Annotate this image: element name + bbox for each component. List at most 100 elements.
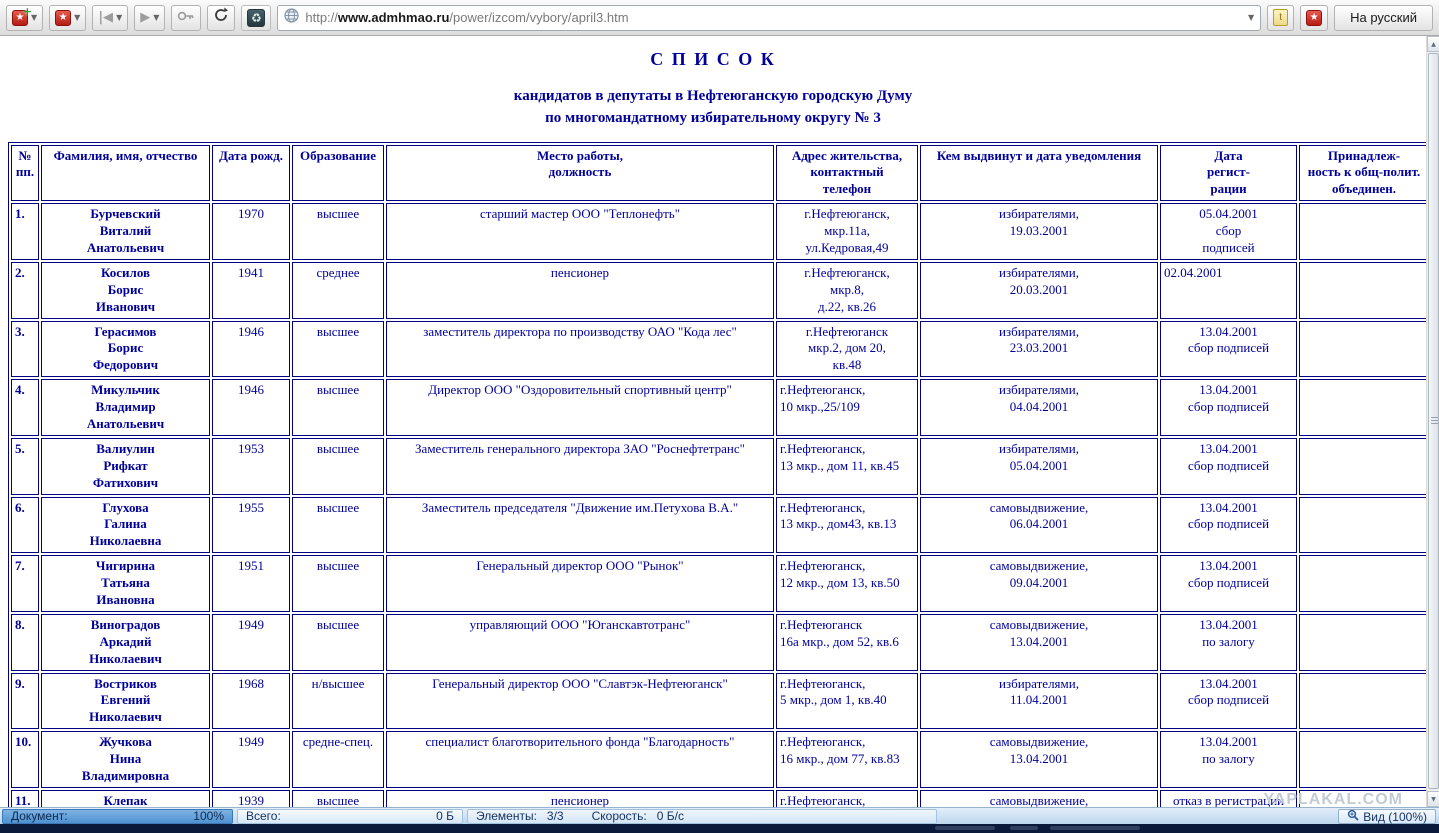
cell-addr: г.Нефтеюганск, 5 мкр., дом 1, кв.40 <box>776 672 918 730</box>
elements-label: Элементы: <box>476 809 537 823</box>
magnifier-icon <box>1347 809 1359 824</box>
bookmark-star-button[interactable]: ★ <box>1300 4 1329 31</box>
cell-party <box>1299 261 1426 319</box>
column-header: Дата регист- рации <box>1160 144 1297 202</box>
cell-edu: высшее <box>292 613 384 671</box>
column-header: Место работы, должность <box>386 144 774 202</box>
trash-panel-button[interactable]: ♻ <box>241 4 272 31</box>
table-row: 2. Косилов Борис Иванович 1941 среднее пенси… <box>11 261 1426 319</box>
status-elements: Элементы: 3/3 <box>476 809 564 823</box>
cell-nominated: избирателями, 23.03.2001 <box>920 320 1158 378</box>
cell-party <box>1299 731 1426 788</box>
url-dropdown-icon[interactable]: ▼ <box>1248 13 1254 22</box>
cell-edu: высшее <box>292 379 384 436</box>
cell-addr: г.Нефтеюганск мкр.2, дом 20, кв.48 <box>776 320 918 378</box>
cell-born: 1970 <box>212 203 290 260</box>
reload-button[interactable] <box>207 4 236 31</box>
table-row: 3. Герасимов Борис Федорович 1946 высшее зам… <box>11 320 1426 378</box>
cell-reg: 13.04.2001 сбор подписей <box>1160 437 1297 495</box>
cell-name: Клепак Степан Николаевич <box>41 789 210 807</box>
page-content: С П И С О К кандидатов в депутаты в Нефт… <box>0 36 1426 807</box>
cell-edu: высшее <box>292 555 384 612</box>
table-row: 5. Валиулин Рифкат Фатихович 1953 высшее Зам… <box>11 437 1426 495</box>
bookmark-button[interactable]: ★ ▼ <box>49 4 87 31</box>
bookmark-add-button[interactable]: ★ + ▼ <box>6 4 44 31</box>
vertical-scrollbar[interactable]: ▲ ▼ <box>1426 36 1439 807</box>
column-header: Образование <box>292 144 384 202</box>
sidebar-note-button[interactable]: t <box>1267 4 1295 31</box>
cell-edu: высшее <box>292 320 384 378</box>
cell-num: 6. <box>11 496 39 554</box>
cell-addr: г.Нефтеюганск, 13 мкр., дом43, кв.13 <box>776 496 918 554</box>
cell-job: Заместитель председателя "Движение им.Пе… <box>386 496 774 554</box>
zoom-view-button[interactable]: Вид (100%) <box>1338 809 1436 824</box>
cell-party <box>1299 672 1426 730</box>
cell-addr: г.Нефтеюганск 16а мкр., дом 52, кв.6 <box>776 613 918 671</box>
globe-icon <box>284 7 299 28</box>
cell-party <box>1299 613 1426 671</box>
table-row: 7. Чигирина Татьяна Ивановна 1951 высшее Ген… <box>11 555 1426 612</box>
cell-born: 1955 <box>212 496 290 554</box>
address-bar[interactable]: http://www.admhmao.ru/power/izcom/vybory… <box>277 4 1262 31</box>
status-elements-speed-segment: Элементы: 3/3 Скорость: 0 Б/с <box>467 808 937 824</box>
cell-born: 1946 <box>212 320 290 378</box>
scroll-down-button[interactable]: ▼ <box>1427 791 1439 807</box>
cell-addr: г.Нефтеюганск, 10 мкр.,25/109 <box>776 379 918 436</box>
red-star-icon: ★ <box>55 9 72 26</box>
reload-icon <box>213 7 229 28</box>
cell-nominated: самовыдвижение, 09.04.2001 <box>920 555 1158 612</box>
cell-num: 9. <box>11 672 39 730</box>
view-label: Вид (100%) <box>1363 809 1427 824</box>
page-title: С П И С О К <box>650 49 776 69</box>
translate-button[interactable]: На русский <box>1334 4 1433 31</box>
cell-num: 8. <box>11 613 39 671</box>
cell-job: Директор ООО "Оздоровительный спортивный… <box>386 379 774 436</box>
cell-nominated: избирателями, 05.04.2001 <box>920 437 1158 495</box>
table-body: 1. Бурчевский Виталий Анатольевич 1970 высш… <box>11 203 1426 807</box>
scroll-up-button[interactable]: ▲ <box>1427 36 1439 52</box>
cell-reg: 13.04.2001 сбор подписей <box>1160 379 1297 436</box>
cell-born: 1941 <box>212 261 290 319</box>
key-icon <box>177 9 195 27</box>
document-value: 100% <box>193 809 224 823</box>
cell-reg: 13.04.2001 по залогу <box>1160 731 1297 788</box>
cell-job: Генеральный директор ООО "Рынок" <box>386 555 774 612</box>
cell-job: старший мастер ООО "Теплонефть" <box>386 203 774 260</box>
cell-edu: высшее <box>292 203 384 260</box>
forward-button[interactable]: ▶ ▼ <box>134 4 166 31</box>
cell-num: 1. <box>11 203 39 260</box>
column-header: Кем выдвинут и дата уведомления <box>920 144 1158 202</box>
status-total-segment: Всего: 0 Б <box>237 808 463 824</box>
page-subtitle: кандидатов в депутаты в Нефтеюганскую го… <box>0 86 1426 130</box>
cell-nominated: самовыдвижение, 11.04.2001 <box>920 789 1158 807</box>
subtitle-line-2: по многомандатному избирательному округу… <box>545 109 881 126</box>
cell-party <box>1299 496 1426 554</box>
cell-job: заместитель директора по производству ОА… <box>386 320 774 378</box>
status-speed: Скорость: 0 Б/с <box>592 809 684 823</box>
candidates-table: № пп. Фамилия, имя, отчество Дата рожд. Обр… <box>8 141 1426 807</box>
cell-name: Микульчик Владимир Анатольевич <box>41 379 210 436</box>
table-header-row: № пп. Фамилия, имя, отчество Дата рожд. Обр… <box>11 144 1426 202</box>
speed-label: Скорость: <box>591 809 647 823</box>
blurred-mark <box>1010 826 1038 830</box>
table-row: 11.Клепак Степан Николаевич1939высшеепен… <box>11 789 1426 807</box>
translate-button-label: На русский <box>1350 10 1417 25</box>
chevron-down-icon: ▼ <box>74 12 81 22</box>
cell-name: Чигирина Татьяна Ивановна <box>41 555 210 612</box>
cell-addr: г.Нефтеюганск, мкр.11а, ул.Кедровая,49 <box>776 203 918 260</box>
password-button[interactable] <box>171 4 202 31</box>
scrollbar-thumb[interactable] <box>1428 53 1439 789</box>
cell-addr: г.Нефтеюганск, 13 мкр., дом 11, кв.45 <box>776 437 918 495</box>
cell-num: 11. <box>11 789 39 807</box>
back-button[interactable]: |◀ ▼ <box>92 4 129 31</box>
cell-job: пенсионер <box>386 261 774 319</box>
cell-num: 4. <box>11 379 39 436</box>
column-header: Адрес жительства, контактный телефон <box>776 144 918 202</box>
cell-edu: высшее <box>292 789 384 807</box>
cell-reg: 13.04.2001 по залогу <box>1160 613 1297 671</box>
cell-num: 5. <box>11 437 39 495</box>
cell-job: Заместитель генерального директора ЗАО "… <box>386 437 774 495</box>
document-label: Документ: <box>11 809 68 823</box>
blurred-mark <box>935 826 995 830</box>
cell-num: 7. <box>11 555 39 612</box>
